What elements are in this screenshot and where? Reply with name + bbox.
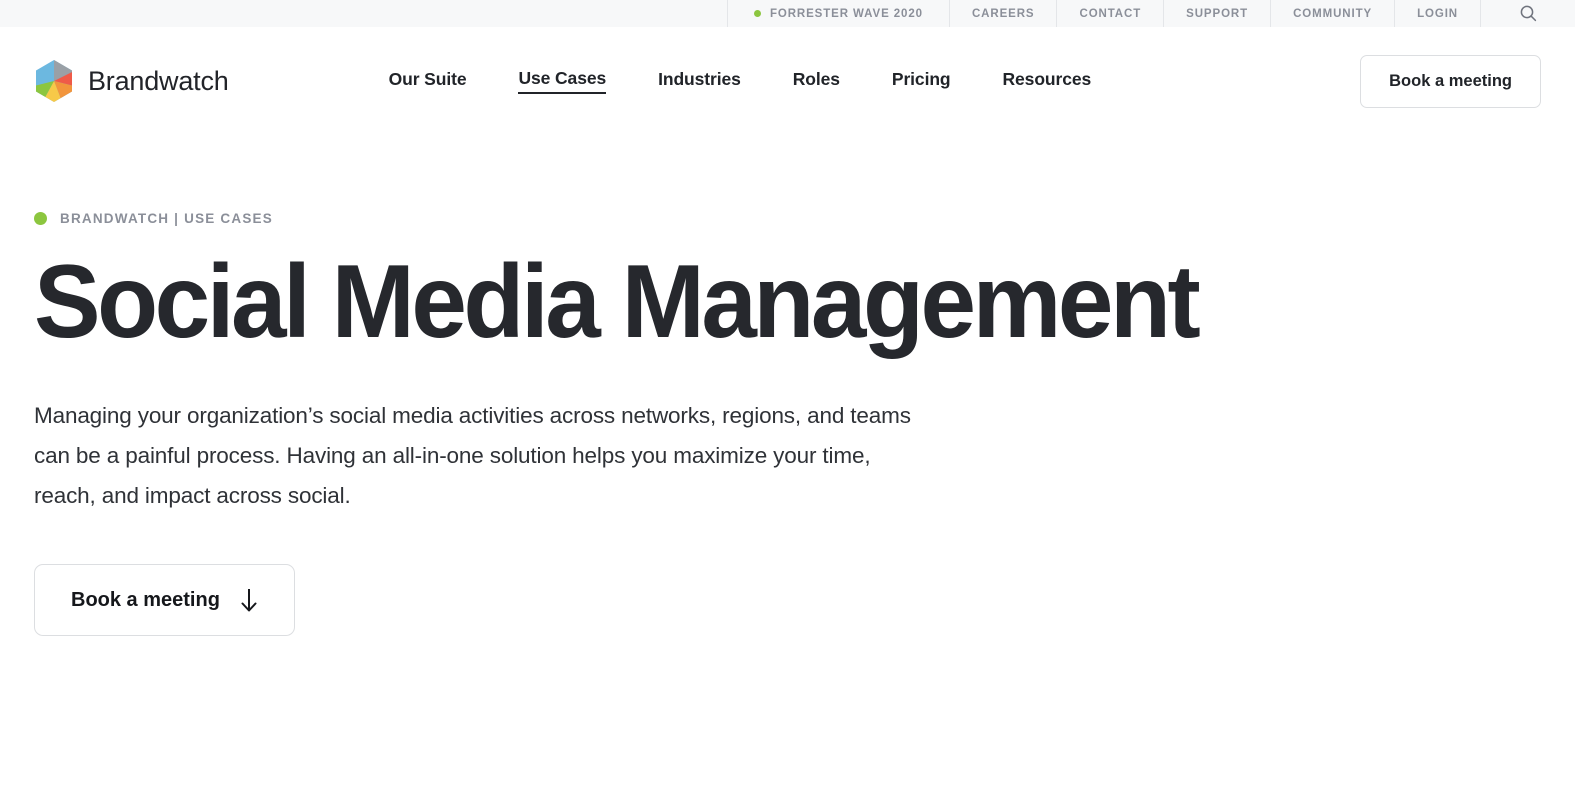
utility-item-community[interactable]: COMMUNITY xyxy=(1270,0,1394,27)
brandwatch-hexagon-logo-icon xyxy=(36,60,72,102)
breadcrumb-label: BRANDWATCH | USE CASES xyxy=(60,211,273,226)
hero-section: BRANDWATCH | USE CASES Social Media Mana… xyxy=(0,211,1575,637)
search-button[interactable] xyxy=(1480,0,1575,27)
nav-item-industries[interactable]: Industries xyxy=(658,69,741,93)
utility-item-label: CAREERS xyxy=(971,7,1035,20)
main-navigation: Our Suite Use Cases Industries Roles Pri… xyxy=(389,68,1092,94)
nav-item-pricing[interactable]: Pricing xyxy=(892,69,951,93)
utility-item-careers[interactable]: CAREERS xyxy=(948,0,1057,27)
arrow-down-icon xyxy=(241,589,257,612)
brand-name: Brandwatch xyxy=(88,65,229,96)
nav-item-roles[interactable]: Roles xyxy=(793,69,840,93)
hero-book-a-meeting-button[interactable]: Book a meeting xyxy=(34,564,295,637)
breadcrumb: BRANDWATCH | USE CASES xyxy=(34,211,1541,226)
utility-item-label: LOGIN xyxy=(1417,7,1458,20)
site-header: Brandwatch Our Suite Use Cases Industrie… xyxy=(0,27,1575,135)
utility-bar: FORRESTER WAVE 2020 CAREERS CONTACT SUPP… xyxy=(0,0,1575,27)
utility-item-label: SUPPORT xyxy=(1186,7,1249,20)
hero-description: Managing your organization’s social medi… xyxy=(34,403,911,509)
nav-item-resources[interactable]: Resources xyxy=(1003,69,1092,93)
utility-item-contact[interactable]: CONTACT xyxy=(1056,0,1163,27)
search-icon xyxy=(1520,5,1536,22)
utility-item-label: COMMUNITY xyxy=(1293,7,1373,20)
nav-item-use-cases[interactable]: Use Cases xyxy=(518,68,606,94)
utility-item-label: FORRESTER WAVE 2020 xyxy=(769,7,923,20)
header-book-a-meeting-button[interactable]: Book a meeting xyxy=(1360,54,1541,108)
utility-item-forrester-wave[interactable]: FORRESTER WAVE 2020 xyxy=(726,0,949,27)
nav-item-our-suite[interactable]: Our Suite xyxy=(389,69,467,93)
hero-cta-label: Book a meeting xyxy=(71,588,220,611)
breadcrumb-dot-icon xyxy=(34,212,47,225)
brand-logo-link[interactable]: Brandwatch xyxy=(34,59,229,103)
utility-item-support[interactable]: SUPPORT xyxy=(1163,0,1270,27)
utility-item-login[interactable]: LOGIN xyxy=(1394,0,1480,27)
page-title: Social Media Management xyxy=(34,244,1201,360)
utility-item-label: CONTACT xyxy=(1079,7,1142,20)
status-dot-icon xyxy=(753,10,761,17)
